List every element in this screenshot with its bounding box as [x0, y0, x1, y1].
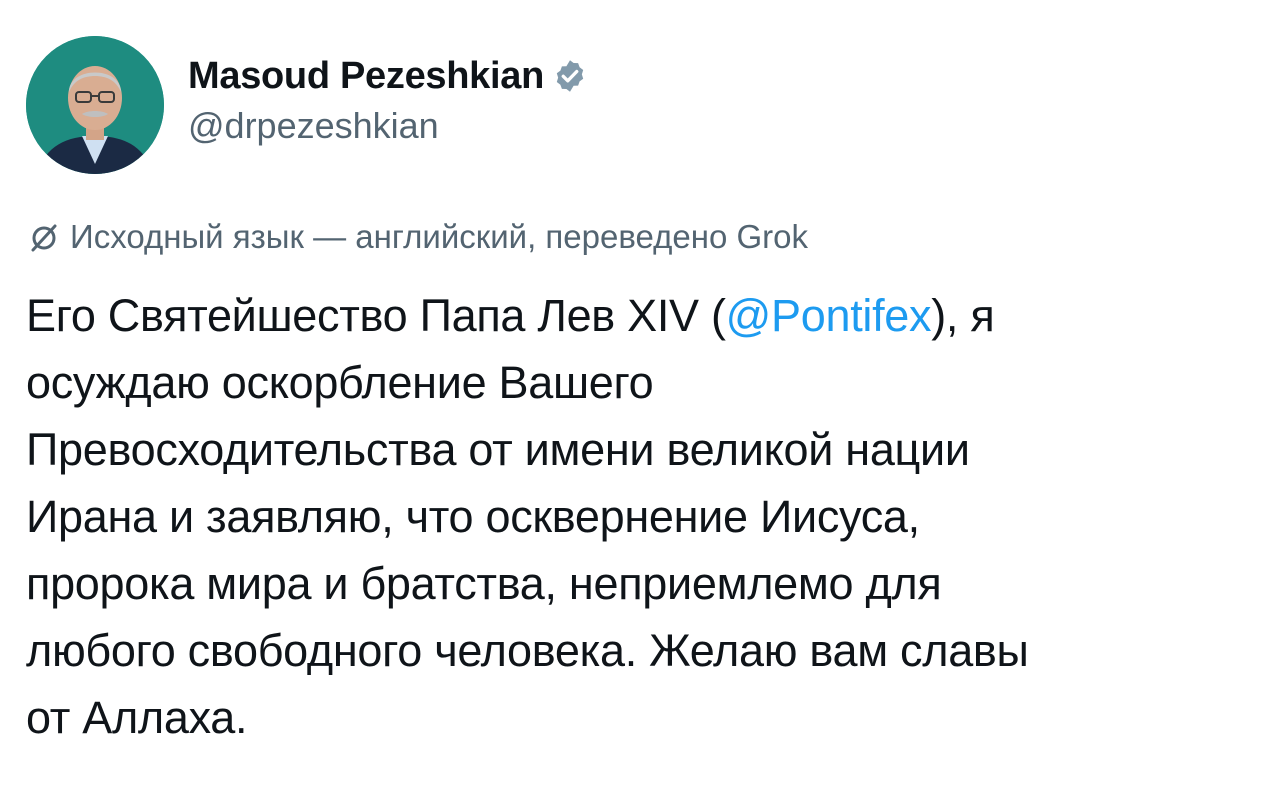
tweet-line-6: любого свободного человека. Желаю вам сл…: [26, 625, 1029, 676]
tweet-line-5: пророка мира и братства, неприемлемо для: [26, 558, 942, 609]
tweet-line-3: Превосходительства от имени великой наци…: [26, 424, 970, 475]
display-name[interactable]: Masoud Pezeshkian: [188, 53, 544, 99]
verified-badge-icon: [552, 58, 588, 94]
name-row: Masoud Pezeshkian: [188, 53, 588, 99]
translate-slash-icon: [28, 221, 60, 253]
handle[interactable]: @drpezeshkian: [188, 103, 588, 149]
translation-text: Исходный язык — английский, переведено G…: [70, 218, 809, 255]
tweet-line-1-end: ), я: [931, 290, 995, 341]
tweet-line-1-start: Его Святейшество Папа Лев XIV (: [26, 290, 726, 341]
tweet-card: Masoud Pezeshkian @drpezeshkian Исходный…: [0, 0, 1280, 789]
tweet-header: Masoud Pezeshkian @drpezeshkian: [26, 36, 588, 174]
tweet-line-1: Его Святейшество Папа Лев XIV (@Pontifex…: [26, 282, 1246, 349]
mention-link[interactable]: @Pontifex: [726, 290, 932, 341]
translation-notice[interactable]: Исходный язык — английский, переведено G…: [28, 218, 808, 256]
tweet-line-7: от Аллаха.: [26, 692, 248, 743]
avatar[interactable]: [26, 36, 164, 174]
tweet-line-2: осуждаю оскорбление Вашего: [26, 357, 654, 408]
tweet-text: Его Святейшество Папа Лев XIV (@Pontifex…: [26, 282, 1246, 751]
author-names: Masoud Pezeshkian @drpezeshkian: [188, 53, 588, 149]
tweet-line-4: Ирана и заявляю, что осквернение Иисуса,: [26, 491, 920, 542]
